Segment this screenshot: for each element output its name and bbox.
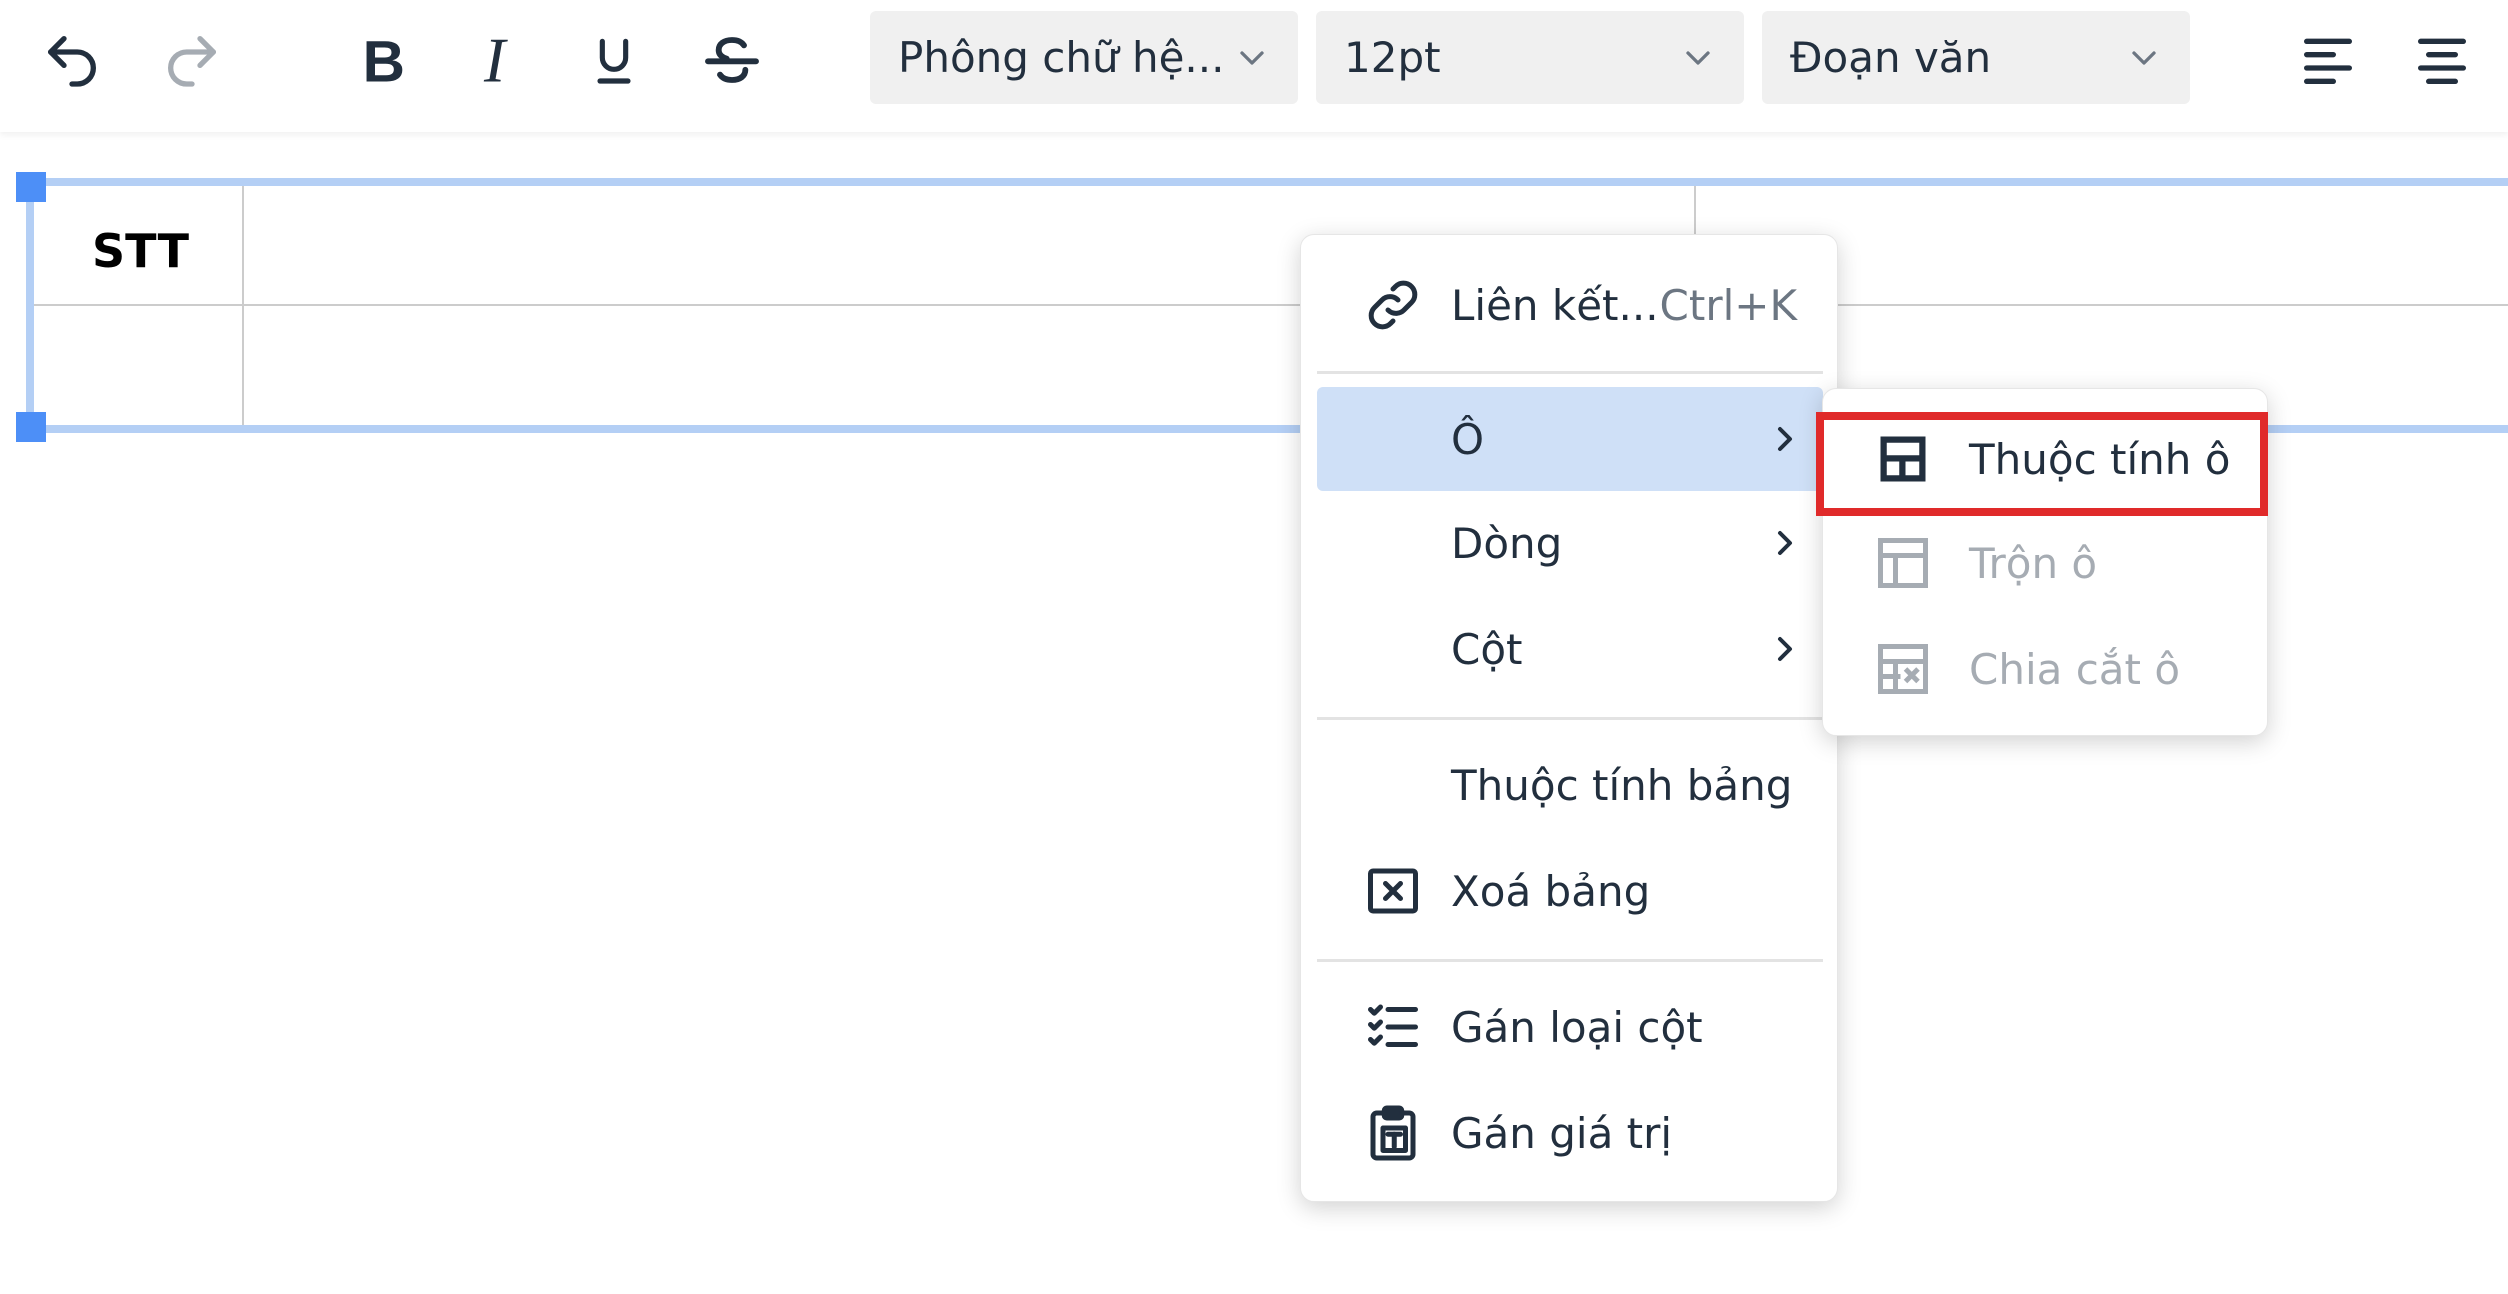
block-format-value: Đoạn văn bbox=[1790, 33, 1992, 82]
menu-item-row[interactable]: Dòng bbox=[1317, 491, 1823, 595]
context-menu: Liên kết... Ctrl+K Ô Dòng Cột Thuộc tính… bbox=[1300, 234, 1838, 1202]
checklist-icon bbox=[1361, 995, 1425, 1059]
shortcut-hint: Ctrl+K bbox=[1659, 280, 1797, 330]
menu-item-label: Xoá bảng bbox=[1451, 866, 1651, 916]
chevron-down-icon bbox=[1686, 50, 1710, 65]
table-resize-handle-top-left[interactable] bbox=[16, 172, 46, 202]
svg-text:I: I bbox=[483, 28, 508, 92]
submenu-item-label: Chia cắt ô bbox=[1969, 644, 2181, 694]
submenu-item-label: Thuộc tính ô bbox=[1969, 434, 2231, 484]
clipboard-text-icon bbox=[1361, 1101, 1425, 1165]
font-size-select[interactable]: 12pt bbox=[1316, 11, 1744, 104]
menu-separator bbox=[1317, 371, 1823, 374]
menu-item-label: Gán giá trị bbox=[1451, 1108, 1673, 1158]
chevron-right-icon bbox=[1778, 637, 1792, 661]
merge-cells-icon bbox=[1871, 531, 1935, 595]
undo-icon bbox=[48, 36, 96, 87]
table-cell[interactable] bbox=[34, 306, 244, 425]
strikethrough-icon bbox=[705, 37, 759, 83]
underline-icon bbox=[597, 38, 631, 84]
menu-item-label: Liên kết... bbox=[1451, 280, 1659, 330]
font-family-select[interactable]: Phông chữ hệ... bbox=[870, 11, 1298, 104]
submenu-item-cell-properties[interactable]: Thuộc tính ô bbox=[1823, 407, 2269, 511]
menu-item-assign-column-type[interactable]: Gán loại cột bbox=[1317, 975, 1823, 1079]
align-center-button[interactable] bbox=[2400, 20, 2484, 100]
italic-icon: I bbox=[483, 28, 508, 92]
split-cell-icon bbox=[1871, 637, 1935, 701]
menu-item-delete-table[interactable]: Xoá bảng bbox=[1317, 839, 1823, 943]
redo-button[interactable] bbox=[150, 20, 234, 100]
strikethrough-button[interactable] bbox=[690, 20, 774, 100]
table-cell-header-stt[interactable]: STT bbox=[34, 186, 244, 306]
undo-button[interactable] bbox=[30, 20, 114, 100]
bold-icon: B bbox=[363, 29, 405, 92]
table-resize-handle-bottom-left[interactable] bbox=[16, 412, 46, 442]
menu-item-label: Thuộc tính bảng bbox=[1451, 760, 1793, 810]
align-left-icon bbox=[2304, 38, 2352, 84]
svg-text:B: B bbox=[363, 29, 405, 92]
link-icon bbox=[1361, 273, 1425, 337]
cell-submenu: Thuộc tính ô Trộn ô Chia cắt ô bbox=[1822, 388, 2268, 736]
submenu-item-merge-cells[interactable]: Trộn ô bbox=[1823, 511, 2269, 615]
delete-table-icon bbox=[1361, 859, 1425, 923]
menu-item-cell[interactable]: Ô bbox=[1317, 387, 1823, 491]
submenu-item-label: Trộn ô bbox=[1969, 538, 2098, 588]
chevron-right-icon bbox=[1778, 531, 1792, 555]
chevron-down-icon bbox=[2132, 50, 2156, 65]
underline-button[interactable] bbox=[572, 20, 656, 100]
block-format-select[interactable]: Đoạn văn bbox=[1762, 11, 2190, 104]
submenu-item-split-cell[interactable]: Chia cắt ô bbox=[1823, 617, 2269, 721]
header-cell-text: STT bbox=[92, 224, 189, 278]
editor-toolbar: B I Phông chữ hệ... 12pt Đoạn văn bbox=[0, 0, 2508, 132]
align-left-button[interactable] bbox=[2286, 20, 2370, 100]
bold-button[interactable]: B bbox=[342, 20, 426, 100]
cell-properties-icon bbox=[1871, 427, 1935, 491]
menu-item-label: Dòng bbox=[1451, 518, 1563, 568]
italic-button[interactable]: I bbox=[458, 20, 542, 100]
menu-item-label: Ô bbox=[1451, 414, 1485, 464]
menu-item-label: Gán loại cột bbox=[1451, 1002, 1703, 1052]
menu-item-assign-value[interactable]: Gán giá trị bbox=[1317, 1081, 1823, 1185]
font-family-value: Phông chữ hệ... bbox=[898, 33, 1225, 82]
chevron-down-icon bbox=[1240, 50, 1264, 65]
menu-item-label: Cột bbox=[1451, 624, 1523, 674]
menu-separator bbox=[1317, 717, 1823, 720]
menu-item-link[interactable]: Liên kết... Ctrl+K bbox=[1317, 253, 1823, 357]
redo-icon bbox=[168, 36, 216, 87]
chevron-right-icon bbox=[1778, 427, 1792, 451]
font-size-value: 12pt bbox=[1344, 33, 1441, 82]
align-center-icon bbox=[2418, 38, 2466, 84]
menu-item-column[interactable]: Cột bbox=[1317, 597, 1823, 701]
menu-item-table-properties[interactable]: Thuộc tính bảng bbox=[1317, 733, 1823, 837]
menu-separator bbox=[1317, 959, 1823, 962]
